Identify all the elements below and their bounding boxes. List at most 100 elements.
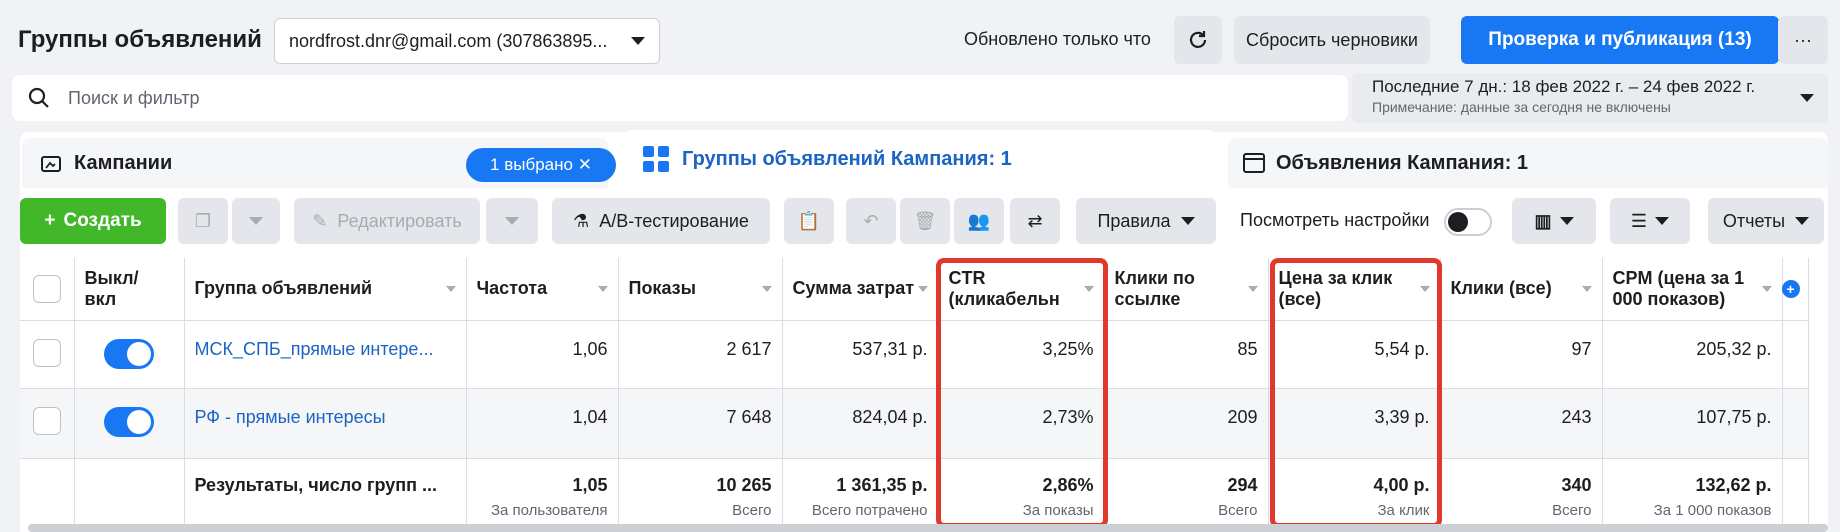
- adset-name-link[interactable]: РФ - прямые интересы: [184, 388, 467, 459]
- copy-icon: ❐: [194, 210, 212, 231]
- col-cpm[interactable]: CPM (цена за 1 000 показов): [1602, 258, 1783, 321]
- chevron-down-icon: [1559, 217, 1574, 225]
- selected-chip-label: 1 выбрано: [490, 155, 573, 174]
- page-title: Группы объявлений: [18, 26, 262, 53]
- edit-menu-button[interactable]: [486, 198, 538, 244]
- edit-label: Редактировать: [337, 210, 462, 231]
- search-filter-bar[interactable]: Поиск и фильтр: [12, 75, 1348, 121]
- col-label: Группа объявлений: [194, 278, 373, 299]
- sort-icon[interactable]: [445, 286, 456, 292]
- table-row[interactable]: РФ - прямые интересы 1,04 7 648 824,04 р…: [20, 388, 1809, 459]
- undo-button[interactable]: ↶: [846, 198, 896, 244]
- ab-test-button[interactable]: ⚗ A/B-тестирование: [552, 198, 770, 244]
- checkbox[interactable]: [32, 274, 61, 303]
- duplicate-menu-button[interactable]: [232, 198, 280, 244]
- date-range-label: Последние 7 дн.: 18 фев 2022 г. – 24 фев…: [1372, 77, 1756, 96]
- account-selector[interactable]: nordfrost.dnr@gmail.com (307863895...: [274, 18, 660, 64]
- total-spend: 1 361,35 р.: [836, 474, 928, 495]
- updated-status: Обновлено только что: [964, 29, 1151, 49]
- horizontal-scrollbar[interactable]: [28, 524, 1828, 532]
- col-impressions[interactable]: Показы: [618, 258, 783, 321]
- total-impressions: 10 265: [716, 474, 772, 495]
- total-cpm-sub: За 1 000 показов: [1653, 501, 1772, 519]
- total-link-clicks: 294: [1227, 474, 1258, 495]
- cell-clicks: 97: [1440, 320, 1603, 389]
- select-all[interactable]: [20, 258, 75, 321]
- rules-label: Правила: [1097, 210, 1171, 231]
- columns-icon: ▥: [1534, 210, 1552, 231]
- checkbox[interactable]: [32, 406, 61, 435]
- reports-button[interactable]: Отчеты: [1708, 198, 1824, 244]
- chevron-down-icon: [505, 217, 519, 225]
- chevron-down-icon: [1795, 217, 1810, 225]
- total-frequency-sub: За пользователя: [490, 501, 608, 519]
- adset-name-link[interactable]: МСК_СПБ_прямые интере...: [184, 320, 467, 389]
- sort-icon[interactable]: [917, 286, 928, 292]
- chevron-down-icon: [1655, 217, 1670, 225]
- breakdown-button[interactable]: ☰: [1610, 198, 1690, 244]
- more-options-button[interactable]: ···: [1778, 16, 1828, 64]
- cell-spend: 537,31 р.: [782, 320, 939, 389]
- trash-icon: 🗑: [913, 210, 937, 231]
- refresh-button[interactable]: [1174, 16, 1222, 64]
- review-publish-button[interactable]: Проверка и публикация (13): [1461, 16, 1779, 64]
- col-label: Сумма затрат: [792, 278, 915, 299]
- columns-button[interactable]: ▥: [1512, 198, 1596, 244]
- totals-row: Результаты, число групп ... 1,05 За польз…: [20, 458, 1809, 532]
- cell-spend: 824,04 р.: [782, 388, 939, 459]
- folder-icon: [41, 156, 61, 172]
- adsets-table: Выкл/ вкл Группа объявлений Частота Пока…: [20, 258, 1828, 532]
- tab-campaigns[interactable]: Кампании 1 выбрано ✕: [22, 138, 616, 188]
- tab-adsets[interactable]: Группы объявлений Кампания: 1: [624, 130, 1216, 188]
- delete-button[interactable]: 🗑: [900, 198, 950, 244]
- ctr-highlight-box: [936, 258, 1108, 528]
- total-spend-sub: Всего потрачено: [811, 501, 928, 519]
- checkbox[interactable]: [32, 338, 61, 367]
- selected-chip[interactable]: 1 выбрано ✕: [466, 148, 616, 182]
- sort-icon[interactable]: [1761, 286, 1772, 292]
- tab-adsets-label: Группы объявлений Кампания: 1: [682, 147, 1012, 170]
- col-adset[interactable]: Группа объявлений: [184, 258, 467, 321]
- refresh-icon: [1189, 31, 1207, 48]
- col-label: Частота: [476, 278, 548, 299]
- sort-icon[interactable]: [1247, 286, 1258, 292]
- audience-button[interactable]: 👥: [954, 198, 1004, 244]
- export-icon: ⇄: [1027, 210, 1043, 231]
- close-icon[interactable]: ✕: [578, 155, 592, 175]
- toolbar: + Создать ❐ ✎ Редактировать ⚗ A/B-тестирова…: [20, 188, 1828, 258]
- people-icon: 👥: [967, 210, 991, 231]
- col-spend[interactable]: Сумма затрат: [782, 258, 939, 321]
- col-toggle[interactable]: Выкл/ вкл: [74, 258, 185, 321]
- toggle-switch[interactable]: [104, 338, 154, 369]
- cell-link-clicks: 85: [1104, 320, 1269, 389]
- date-range-note: Примечание: данные за сегодня не включен…: [1372, 99, 1671, 115]
- export-button[interactable]: ⇄: [1010, 198, 1060, 244]
- col-clicks[interactable]: Клики (все): [1440, 258, 1603, 321]
- add-column[interactable]: +: [1781, 258, 1809, 321]
- sort-icon[interactable]: [597, 286, 608, 292]
- cell-frequency: 1,04: [466, 388, 619, 459]
- total-link-clicks-sub: Всего: [1218, 501, 1258, 519]
- date-range-picker[interactable]: Последние 7 дн.: 18 фев 2022 г. – 24 фев…: [1352, 73, 1828, 123]
- clipboard-button[interactable]: 📋: [784, 198, 834, 244]
- sort-icon[interactable]: [761, 286, 772, 292]
- create-button[interactable]: + Создать: [20, 198, 166, 244]
- plus-icon[interactable]: +: [1781, 280, 1800, 298]
- cell-clicks: 243: [1440, 388, 1603, 459]
- table-row[interactable]: МСК_СПБ_прямые интере... 1,06 2 617 537,…: [20, 320, 1809, 389]
- edit-button[interactable]: ✎ Редактировать: [294, 198, 480, 244]
- cell-cpm: 107,75 р.: [1602, 388, 1783, 459]
- tab-campaigns-label: Кампании: [74, 151, 173, 174]
- view-settings-toggle[interactable]: [1444, 208, 1492, 236]
- search-placeholder: Поиск и фильтр: [68, 87, 200, 108]
- duplicate-button[interactable]: ❐: [178, 198, 228, 244]
- toggle-switch[interactable]: [104, 406, 154, 437]
- reset-drafts-button[interactable]: Сбросить черновики: [1234, 16, 1430, 64]
- col-frequency[interactable]: Частота: [466, 258, 619, 321]
- sort-icon[interactable]: [1581, 286, 1592, 292]
- col-link-clicks[interactable]: Клики по ссылке: [1104, 258, 1269, 321]
- rules-button[interactable]: Правила: [1076, 198, 1216, 244]
- pencil-icon: ✎: [312, 210, 328, 231]
- tab-ads[interactable]: Объявления Кампания: 1: [1228, 138, 1828, 188]
- totals-label: Результаты, число групп ...: [184, 458, 467, 532]
